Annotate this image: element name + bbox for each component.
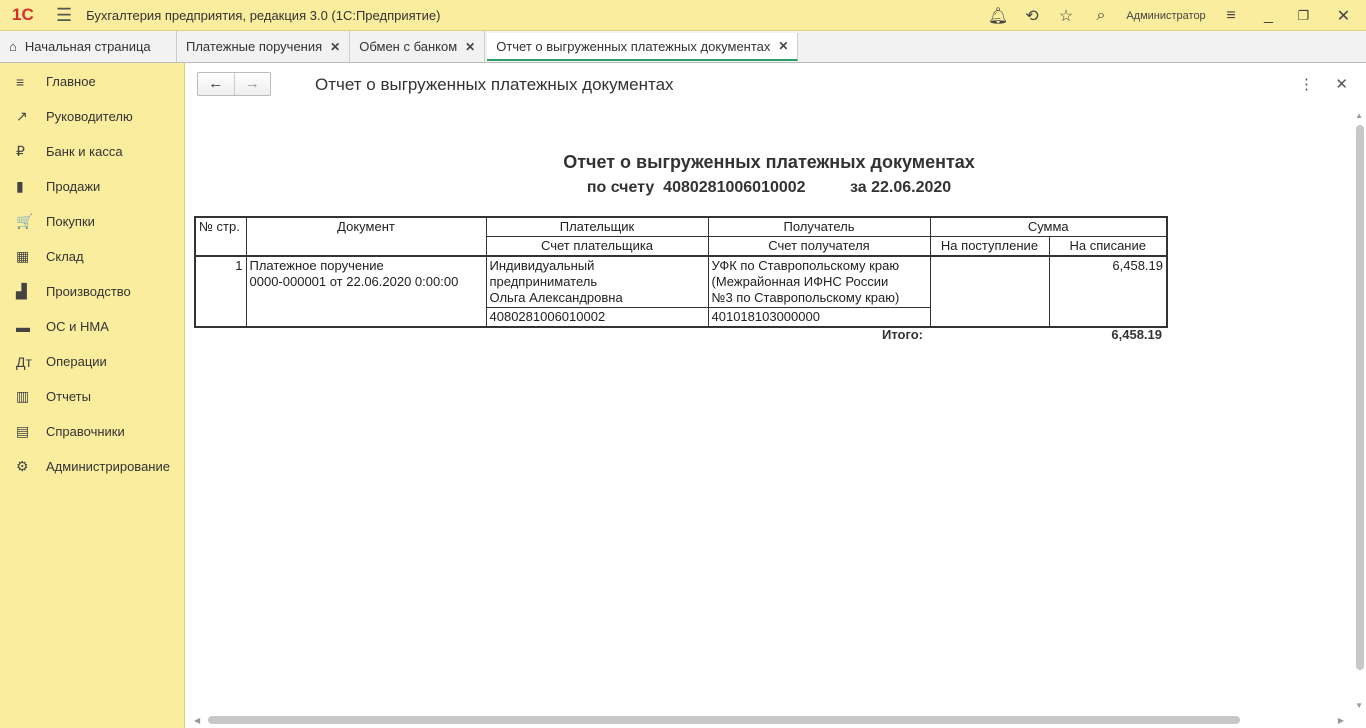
nav-buttons: ← → bbox=[197, 72, 271, 96]
sidebar-item[interactable]: ₽ Банк и касса bbox=[0, 134, 184, 169]
sidebar-item-label: Производство bbox=[46, 284, 131, 299]
app-title: Бухгалтерия предприятия, редакция 3.0 (1… bbox=[86, 7, 441, 23]
header-recipient: Получатель bbox=[707, 216, 931, 237]
sidebar-item-label: Операции bbox=[46, 354, 107, 369]
header-outcome: На списание bbox=[1048, 236, 1168, 257]
total-value: 6,458.19 bbox=[1111, 327, 1162, 342]
sidebar-item[interactable]: ≡ Главное bbox=[0, 64, 184, 99]
tab-bank-exchange[interactable]: Обмен с банком ✕ bbox=[350, 31, 486, 62]
settings-menu-icon[interactable]: ≡ bbox=[1211, 7, 1251, 25]
sidebar-item[interactable]: ▦ Склад bbox=[0, 239, 184, 274]
history-icon[interactable]: ⟲ bbox=[1013, 6, 1051, 26]
back-button[interactable]: ← bbox=[198, 73, 234, 95]
header-payer-acc: Счет плательщика bbox=[485, 236, 709, 257]
scroll-up-icon[interactable]: ▲ bbox=[1355, 111, 1363, 120]
sidebar-item[interactable]: ▤ Справочники bbox=[0, 414, 184, 449]
section-icon: 🛒 bbox=[16, 213, 34, 229]
vertical-scrollbar[interactable] bbox=[1356, 125, 1364, 670]
sidebar-item-label: Продажи bbox=[46, 179, 101, 194]
search-icon[interactable]: ⌕ bbox=[1081, 7, 1121, 25]
restore-icon[interactable]: ❐ bbox=[1286, 8, 1321, 24]
form-title: Отчет о выгруженных платежных документах bbox=[315, 75, 674, 94]
sidebar-item[interactable]: ↗ Руководителю bbox=[0, 99, 184, 134]
forward-button[interactable]: → bbox=[233, 73, 271, 95]
sidebar-item-label: Отчеты bbox=[46, 389, 91, 404]
sidebar: ≡ Главное ↗ Руководителю ₽ Банк и касса ▮ Прода… bbox=[0, 63, 185, 728]
close-icon[interactable]: ✕ bbox=[330, 40, 340, 54]
row-payer: Индивидуальный предприниматель Ольга Алекс… bbox=[485, 255, 709, 308]
row-recipient-acc: 401018103000000 bbox=[707, 307, 931, 328]
section-icon: ▮ bbox=[16, 178, 24, 194]
sidebar-item[interactable]: 🛒 Покупки bbox=[0, 204, 184, 239]
sidebar-item[interactable]: ▬ ОС и НМА bbox=[0, 309, 184, 344]
section-icon: ₽ bbox=[16, 143, 25, 159]
sidebar-item-label: Администрирование bbox=[46, 459, 170, 474]
table-row: 1 Платежное поручение 0000-000001 от 22.0… bbox=[194, 255, 1168, 328]
more-icon[interactable]: ⋮ bbox=[1299, 75, 1314, 93]
sidebar-item-label: Главное bbox=[46, 74, 96, 89]
sidebar-item[interactable]: ▟ Производство bbox=[0, 274, 184, 309]
report-subtitle: по счету 4080281006010002 за 22.06.2020 bbox=[586, 179, 952, 196]
header-sum: Сумма bbox=[929, 216, 1168, 237]
section-icon: Дт bbox=[16, 353, 32, 370]
user-name[interactable]: Администратор bbox=[1121, 10, 1211, 22]
minimize-icon[interactable]: _ bbox=[1251, 7, 1286, 25]
section-icon: ▤ bbox=[16, 423, 30, 439]
sidebar-item-label: Справочники bbox=[46, 424, 125, 439]
header-payer: Плательщик bbox=[485, 216, 709, 237]
title-bar: 1С ☰ Бухгалтерия предприятия, редакция 3… bbox=[0, 0, 1366, 31]
section-icon: ▟ bbox=[16, 283, 27, 299]
header-num: № стр. bbox=[194, 216, 247, 257]
section-icon: ≡ bbox=[16, 73, 25, 90]
scroll-down-icon[interactable]: ▼ bbox=[1355, 701, 1363, 710]
header-income: На поступление bbox=[929, 236, 1050, 257]
tab-report[interactable]: Отчет о выгруженных платежных документах… bbox=[487, 33, 799, 61]
row-doc[interactable]: Платежное поручение 0000-000001 от 22.06.… bbox=[245, 255, 487, 328]
menu-icon[interactable]: ☰ bbox=[56, 5, 72, 26]
1c-logo: 1С bbox=[12, 5, 34, 24]
header-recipient-acc: Счет получателя bbox=[707, 236, 931, 257]
close-icon[interactable]: ✕ bbox=[465, 40, 475, 54]
bell-icon[interactable]: 🔔︎ bbox=[983, 6, 1013, 26]
row-outcome: 6,458.19 bbox=[1048, 255, 1168, 328]
sidebar-item-label: Руководителю bbox=[46, 109, 133, 124]
section-icon: ▦ bbox=[16, 248, 30, 264]
sidebar-item[interactable]: ▥ Отчеты bbox=[0, 379, 184, 414]
section-icon: ↗ bbox=[16, 108, 28, 124]
tab-bar: ⌂ Начальная страница Платежные поручения ✕… bbox=[0, 31, 1366, 63]
home-icon: ⌂ bbox=[9, 39, 17, 54]
sidebar-item-label: ОС и НМА bbox=[46, 319, 109, 334]
tab-payment-orders[interactable]: Платежные поручения ✕ bbox=[177, 31, 351, 62]
sidebar-item[interactable]: ▮ Продажи bbox=[0, 169, 184, 204]
sidebar-item[interactable]: ⚙ Администрирование bbox=[0, 449, 184, 484]
tab-home[interactable]: ⌂ Начальная страница bbox=[0, 31, 177, 62]
scroll-right-icon[interactable]: ▶ bbox=[1338, 716, 1344, 725]
row-recipient: УФК по Ставропольскому краю (Межрайонная … bbox=[707, 255, 931, 308]
row-payer-acc: 4080281006010002 bbox=[485, 307, 709, 328]
section-icon: ▥ bbox=[16, 388, 30, 404]
header-doc: Документ bbox=[245, 216, 487, 257]
row-num: 1 bbox=[194, 255, 247, 328]
report-table: № стр. Документ Плательщик Получатель Су… bbox=[194, 216, 1168, 328]
sidebar-item-label: Склад bbox=[46, 249, 84, 264]
star-icon[interactable]: ☆ bbox=[1051, 6, 1081, 26]
sidebar-item-label: Покупки bbox=[46, 214, 95, 229]
close-icon[interactable]: ✕ bbox=[778, 39, 788, 53]
report-title: Отчет о выгруженных платежных документах bbox=[563, 152, 975, 172]
report-form: ← → Отчет о выгруженных платежных докумен… bbox=[186, 63, 1366, 728]
section-icon: ⚙ bbox=[16, 458, 29, 474]
close-icon[interactable]: ✕ bbox=[1335, 75, 1348, 93]
sidebar-item[interactable]: Дт Операции bbox=[0, 344, 184, 379]
horizontal-scrollbar[interactable] bbox=[208, 716, 1240, 724]
sidebar-item-label: Банк и касса bbox=[46, 144, 123, 159]
scroll-left-icon[interactable]: ◀ bbox=[194, 716, 200, 725]
close-window-icon[interactable]: ✕ bbox=[1321, 6, 1366, 26]
row-income bbox=[929, 255, 1050, 328]
total-label: Итого: bbox=[882, 327, 923, 342]
section-icon: ▬ bbox=[16, 318, 30, 335]
